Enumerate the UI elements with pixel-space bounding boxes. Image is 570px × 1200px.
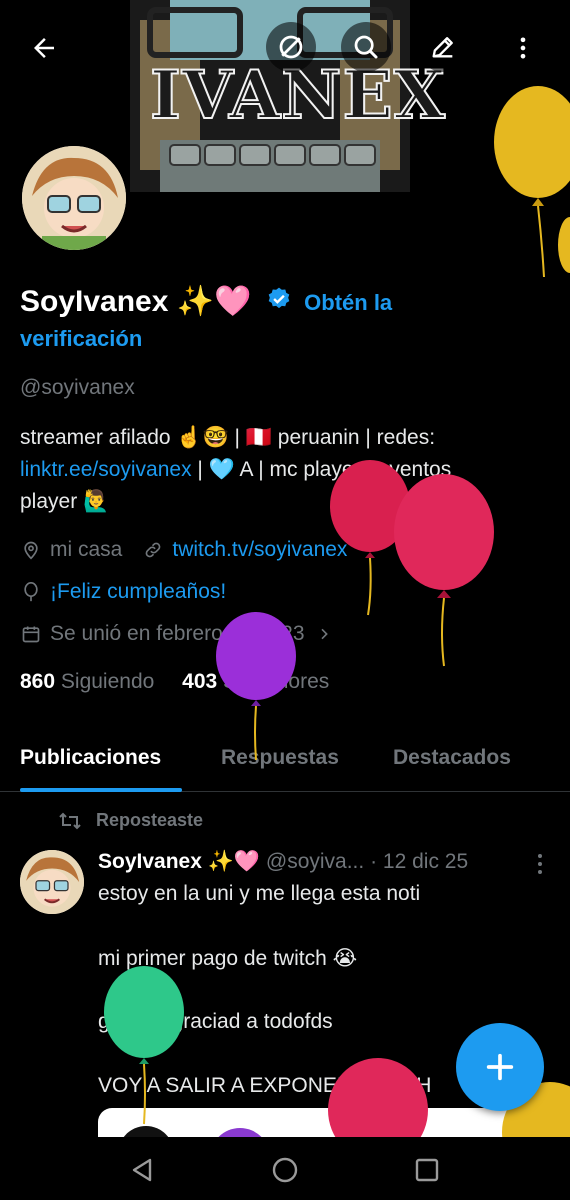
back-arrow-icon <box>34 38 54 58</box>
search-icon <box>354 35 378 59</box>
compose-post-button[interactable] <box>456 1023 544 1111</box>
verified-badge-icon[interactable] <box>266 283 292 323</box>
post-text-line: gracias graciad a todofds <box>98 1010 333 1033</box>
following-link[interactable]: 860 Siguiendo <box>20 670 154 693</box>
plus-icon <box>486 1053 514 1081</box>
post-date[interactable]: · 12 dic 25 <box>370 850 468 873</box>
nav-home-icon[interactable] <box>270 1155 300 1185</box>
green-balloon-decoration <box>104 966 184 1125</box>
get-verified-link-cont[interactable]: verificación <box>20 326 142 352</box>
status-button[interactable] <box>266 22 316 72</box>
post-text-line: VOY A SALIR A EXPONER AHHHH <box>98 1074 432 1097</box>
followers-link[interactable]: 403 Seguidores <box>182 670 329 693</box>
get-verified-link[interactable]: Obtén la <box>304 290 392 315</box>
more-vertical-icon <box>538 854 542 874</box>
calendar-icon <box>20 623 42 645</box>
profile-tabs: Publicaciones Respuestas Destacados <box>0 740 570 792</box>
profile-counts: 860 Siguiendo 403 Seguidores <box>20 670 329 694</box>
profile-name: SoyIvanex ✨🩷 <box>20 285 252 318</box>
more-vertical-icon <box>520 37 526 59</box>
system-navigation-bar <box>0 1137 570 1200</box>
profile-avatar[interactable] <box>18 142 130 254</box>
post-author-avatar[interactable] <box>20 850 84 914</box>
profile-handle: @soyivanex <box>20 376 135 399</box>
followers-label: Seguidores <box>223 670 330 693</box>
edit-icon <box>432 37 453 58</box>
active-tab-indicator <box>20 788 182 792</box>
repost-label: Reposteaste <box>96 810 204 830</box>
repost-indicator: Reposteaste <box>58 810 203 831</box>
profile-meta-row-2: ¡Feliz cumpleaños! <box>20 580 226 604</box>
nav-recents-icon[interactable] <box>412 1155 442 1185</box>
post-header: SoyIvanex ✨🩷 @soyiva... · 12 dic 25 <box>98 850 468 874</box>
post-avatar-artwork <box>20 850 84 914</box>
post-text-line: estoy en la uni y me llega esta noti <box>98 882 421 905</box>
avatar-artwork <box>22 146 126 250</box>
yellow-balloon-decoration <box>558 217 570 273</box>
profile-meta-row-1: mi casa twitch.tv/soyivanex <box>20 538 347 562</box>
no-signal-icon <box>279 35 303 59</box>
profile-bio: streamer afilado ☝️🤓 | 🇵🇪 peruanin | red… <box>20 422 550 518</box>
more-options-button[interactable] <box>505 30 541 66</box>
balloon-icon <box>20 581 42 603</box>
following-label: Siguiendo <box>60 670 155 693</box>
chevron-right-icon[interactable] <box>313 623 335 645</box>
profile-meta-row-3: Se unió en febrero de 2023 <box>20 622 335 646</box>
bio-line-2-text: | 🩵 A | mc player | eventos <box>191 458 452 481</box>
profile-name-row: SoyIvanex ✨🩷 Obtén la <box>20 282 560 323</box>
post-more-button[interactable] <box>530 852 550 876</box>
tab-destacados[interactable]: Destacados <box>393 746 511 770</box>
back-button[interactable] <box>26 30 62 66</box>
banner-logo-text: IVANEX <box>149 56 447 134</box>
profile-website-link[interactable]: twitch.tv/soyivanex <box>172 538 347 562</box>
repost-icon <box>59 812 81 829</box>
bio-link[interactable]: linktr.ee/soyivanex <box>20 458 192 481</box>
bio-line-2: linktr.ee/soyivanex | 🩵 A | mc player | … <box>20 454 550 486</box>
bio-line-1: streamer afilado ☝️🤓 | 🇵🇪 peruanin | red… <box>20 426 436 449</box>
post-author-name[interactable]: SoyIvanex ✨🩷 <box>98 850 260 873</box>
edit-button[interactable] <box>418 22 468 72</box>
location-pin-icon <box>20 539 42 561</box>
following-count: 860 <box>20 670 56 693</box>
search-button[interactable] <box>341 22 391 72</box>
birthday-link[interactable]: ¡Feliz cumpleaños! <box>50 580 226 604</box>
bio-line-3: player 🙋‍♂️ <box>20 490 110 513</box>
nav-back-icon[interactable] <box>128 1155 158 1185</box>
post-author-handle[interactable]: @soyiva... <box>266 850 364 873</box>
tab-publicaciones[interactable]: Publicaciones <box>20 746 161 770</box>
post-text-line: mi primer pago de twitch 😭 <box>98 947 358 970</box>
profile-location: mi casa <box>50 538 123 561</box>
profile-joined-date: Se unió en febrero de 2023 <box>50 622 305 645</box>
link-icon <box>142 539 164 561</box>
tab-respuestas[interactable]: Respuestas <box>221 746 339 770</box>
followers-count: 403 <box>182 670 218 693</box>
